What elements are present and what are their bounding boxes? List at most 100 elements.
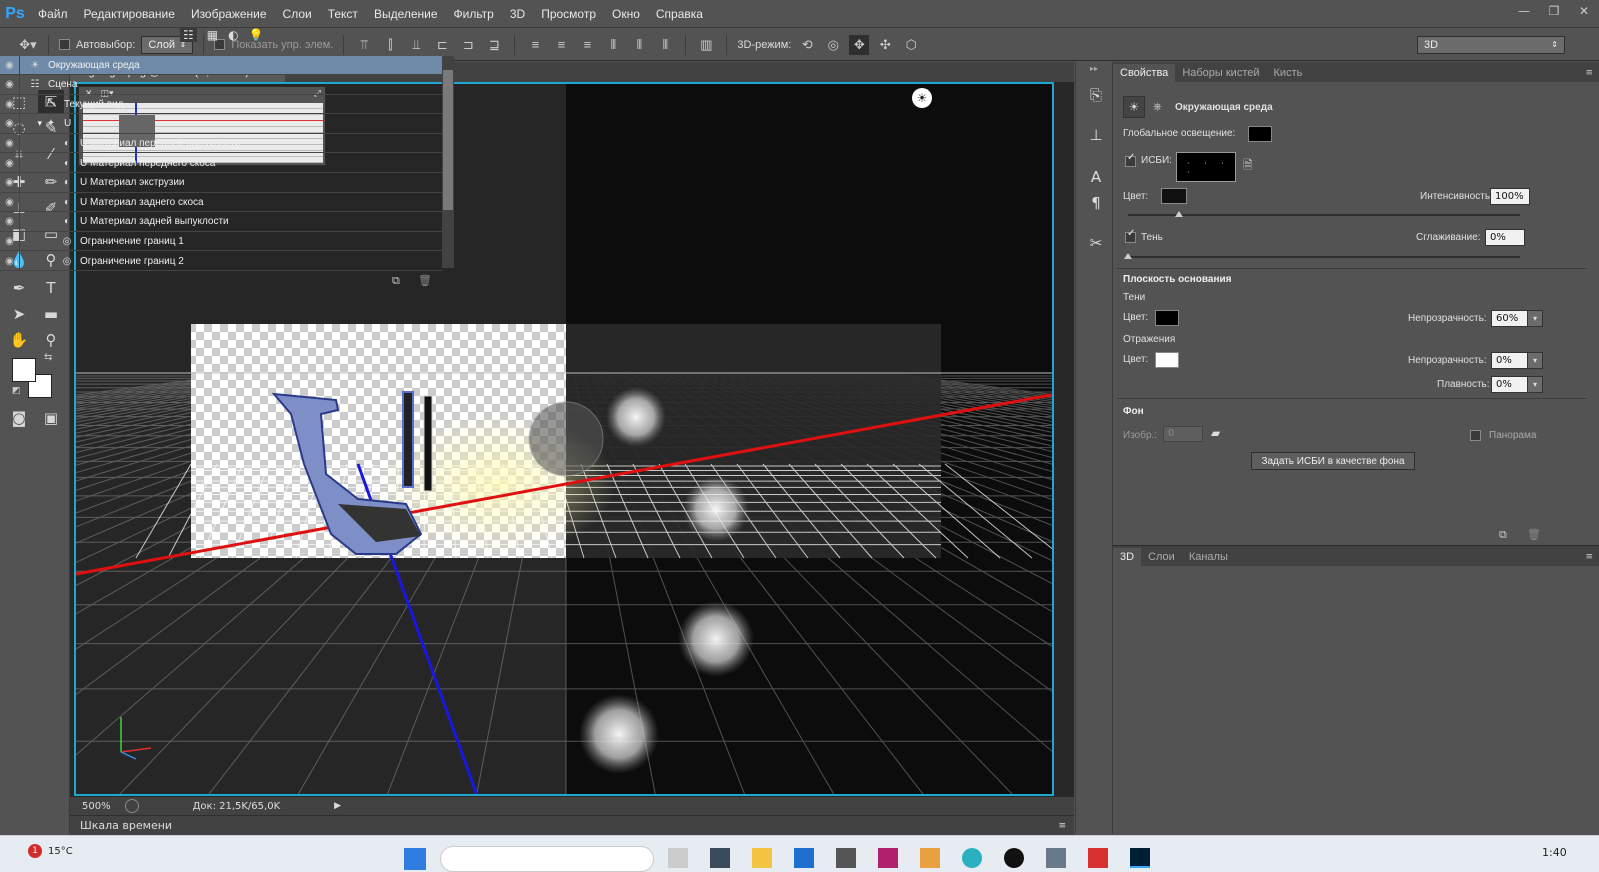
close-button[interactable]: ✕ (1569, 0, 1599, 22)
shadow-color-swatch[interactable] (1155, 310, 1179, 326)
meshes-filter-icon[interactable]: ▦ (207, 28, 218, 42)
status-options-icon[interactable] (124, 799, 139, 813)
align-top-icon[interactable]: ⫪ (354, 35, 374, 55)
minimize-button[interactable]: — (1509, 0, 1539, 22)
scene-tree-row[interactable]: ◉ ▭ Текущий вид (0, 94, 442, 115)
menu-item[interactable]: Слои (275, 7, 320, 21)
browser-icon[interactable] (962, 848, 982, 868)
menu-item[interactable]: 3D (502, 7, 533, 21)
panel-menu-icon[interactable]: ≡ (1585, 552, 1593, 562)
zoom-tool-icon[interactable]: ⚲ (38, 328, 64, 352)
chevron-down-icon[interactable]: ▾ (1527, 376, 1543, 393)
smoothing-slider[interactable] (1128, 256, 1520, 258)
menu-item[interactable]: Текст (320, 7, 366, 21)
scene-tree-row[interactable]: ◉ ◐ U Материал переднего скоса (0, 153, 442, 173)
visibility-eye-icon[interactable]: ◉ (0, 75, 20, 95)
edit-texture-icon[interactable]: 🗎 (1243, 156, 1253, 177)
scene-filter-icon[interactable]: ⎈ (1153, 100, 1162, 114)
tab-3d[interactable]: 3D (1113, 548, 1142, 566)
visibility-eye-icon[interactable]: ◉ (0, 231, 20, 251)
mail-app-icon[interactable] (794, 848, 814, 868)
search-box[interactable] (440, 846, 654, 872)
tab-properties[interactable]: Свойства (1113, 64, 1176, 82)
panorama-checkbox[interactable] (1470, 430, 1481, 441)
play-icon[interactable]: ▶ (334, 801, 341, 811)
task-view-icon[interactable] (668, 848, 688, 868)
orbit-3d-icon[interactable]: ⟲ (797, 35, 817, 55)
pan-3d-icon[interactable]: ✥ (849, 34, 870, 55)
visibility-eye-icon[interactable]: ◉ (0, 133, 20, 153)
refl-color-swatch[interactable] (1155, 352, 1179, 368)
intensity-slider-thumb[interactable] (1174, 211, 1183, 217)
menu-item[interactable]: Справка (648, 7, 711, 21)
lights-filter-icon[interactable]: 💡 (249, 28, 264, 42)
menu-item[interactable]: Окно (604, 7, 648, 21)
ibl-texture-thumbnail[interactable]: · · · · (1176, 152, 1236, 182)
scene-tree-row[interactable]: ◉ ▾ ✦ U (0, 114, 442, 134)
scale-3d-icon[interactable]: ⬡ (901, 35, 921, 55)
scene-tree-row[interactable]: ◉ ☀ Окружающая среда (0, 55, 442, 75)
folder-app-icon[interactable] (752, 848, 772, 868)
visibility-eye-icon[interactable]: ◉ (0, 192, 20, 212)
slide-3d-icon[interactable]: ✣ (875, 35, 895, 55)
default-colors-icon[interactable]: ◩ (12, 386, 21, 396)
render-icon[interactable]: ⧉ (1499, 528, 1507, 542)
roll-3d-icon[interactable]: ◎ (823, 35, 843, 55)
screen-mode-icon[interactable]: ▣ (38, 406, 64, 430)
clock[interactable]: 1:40 (1542, 846, 1567, 859)
intensity-input[interactable]: 100% (1490, 188, 1530, 205)
history-icon[interactable]: ⎘ (1085, 84, 1107, 106)
scene-tree-row[interactable]: ◉ ◎ Ограничение границ 2 (0, 251, 442, 271)
brush-presets-icon[interactable]: ⊥ (1085, 124, 1107, 146)
new-light-icon[interactable]: ⧉ (392, 274, 400, 288)
shape-tool-icon[interactable]: ▬ (38, 302, 64, 326)
menu-item[interactable]: Просмотр (533, 7, 604, 21)
visibility-eye-icon[interactable]: ◉ (0, 212, 20, 232)
menu-item[interactable]: Изображение (183, 7, 275, 21)
expand-panels-icon[interactable]: ▸▸ (1090, 64, 1098, 73)
app-icon[interactable] (1088, 848, 1108, 868)
align-left-icon[interactable]: ⊏ (432, 35, 452, 55)
scene-tree-row[interactable]: ◉ ◐ U Материал передней выпуклости (0, 133, 442, 154)
app-icon[interactable] (878, 848, 898, 868)
restore-button[interactable]: ❐ (1539, 0, 1569, 22)
path-selection-tool-icon[interactable]: ➤ (6, 302, 32, 326)
start-icon[interactable] (404, 848, 426, 870)
autoselect-checkbox[interactable] (59, 39, 70, 50)
visibility-eye-icon[interactable]: ◉ (0, 114, 20, 134)
scrollbar-thumb[interactable] (443, 70, 453, 210)
scene-tree-row[interactable]: ◉ ◎ Ограничение границ 1 (0, 231, 442, 252)
scene-tree-row[interactable]: ◉ ◐ U Материал экструзии (0, 173, 442, 193)
tab-brush-presets[interactable]: Наборы кистей (1175, 64, 1266, 82)
align-right-icon[interactable]: ⊒ (484, 35, 504, 55)
quick-mask-icon[interactable]: ◙ (6, 406, 32, 430)
visibility-eye-icon[interactable]: ◉ (0, 55, 20, 75)
shadow-opacity-input[interactable]: 60% (1491, 310, 1531, 327)
foreground-color-swatch[interactable] (12, 358, 36, 382)
pen-tool-icon[interactable]: ✒ (6, 276, 32, 300)
global-light-swatch[interactable] (1248, 126, 1272, 142)
panel-menu-icon[interactable]: ≡ (1585, 68, 1593, 78)
scene-tree-row[interactable]: ◉ ◐ U Материал задней выпуклости (0, 212, 442, 232)
image-input[interactable]: 0 (1163, 426, 1203, 442)
distribute-vcenter-icon[interactable]: ≡ (551, 35, 571, 55)
refl-opacity-input[interactable]: 0% (1491, 352, 1531, 369)
tool-presets-icon[interactable]: ✂ (1085, 232, 1107, 254)
app-icon[interactable] (920, 848, 940, 868)
intensity-slider[interactable] (1128, 214, 1520, 216)
materials-filter-icon[interactable]: ◐ (228, 28, 238, 42)
menu-item[interactable]: Фильтр (446, 7, 502, 21)
chevron-down-icon[interactable]: ▾ (1527, 352, 1543, 369)
visibility-eye-icon[interactable]: ◉ (0, 251, 20, 271)
zoom-level[interactable]: 500% (82, 801, 111, 812)
set-ibl-background-button[interactable]: Задать ИСБИ в качестве фона (1251, 452, 1415, 470)
roughness-input[interactable]: 0% (1491, 376, 1531, 393)
folder-icon[interactable]: ▰ (1211, 426, 1220, 440)
chevron-down-icon[interactable]: ▾ (1527, 310, 1543, 327)
visibility-eye-icon[interactable]: ◉ (0, 153, 20, 173)
visibility-eye-icon[interactable]: ◉ (0, 173, 20, 193)
smoothing-slider-thumb[interactable] (1124, 253, 1132, 259)
infinite-light-sphere[interactable] (528, 401, 604, 477)
app-icon[interactable] (710, 848, 730, 868)
weather-temp[interactable]: 15°C (48, 846, 73, 857)
